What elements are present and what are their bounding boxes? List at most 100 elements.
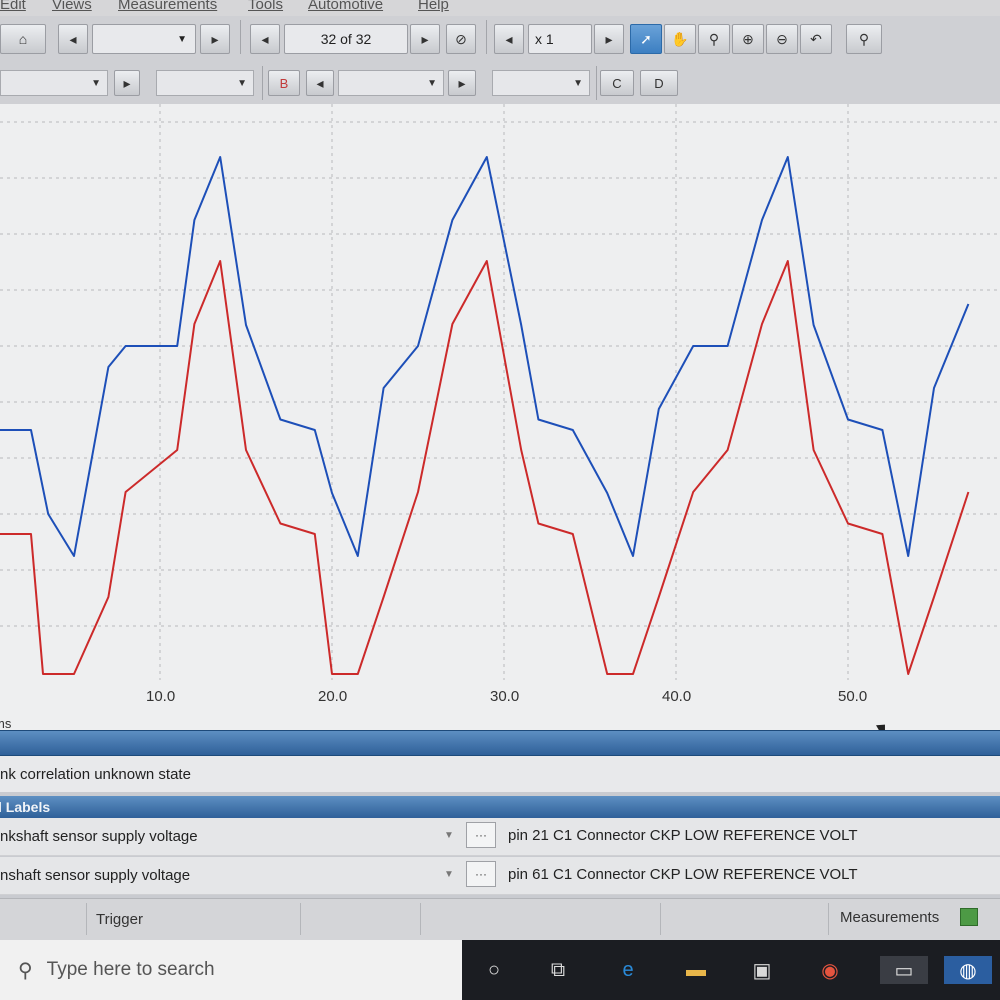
measurements-button[interactable]: Measurements	[840, 909, 939, 926]
channel-a-next-button[interactable]: ▸	[114, 70, 140, 96]
buffer-prev-button[interactable]: ◂	[250, 24, 280, 54]
taskbar-search[interactable]: ⚲ Type here to search	[0, 940, 462, 1000]
overview-icon: ⚲	[858, 31, 870, 47]
zoom-in-button[interactable]: ⊕	[732, 24, 764, 54]
more-button[interactable]: ···	[466, 861, 496, 887]
x-tick-label: 20.0	[318, 688, 348, 705]
menu-help[interactable]: Help	[418, 0, 449, 13]
channel-c-button[interactable]: C	[600, 70, 634, 96]
zoom-field[interactable]: x 1	[528, 24, 592, 54]
main-toolbar: ⌂ ◂ ▼ ▸ ◂ 32 of 32 ▸ ⊘ ◂ x 1 ▸ ➚ ✋ ⚲ ⊕ ⊖…	[0, 16, 1000, 62]
undo-icon: ↶	[810, 31, 822, 47]
bottom-toolbar: Trigger Measurements	[0, 898, 1000, 940]
label-row[interactable]: nshaft sensor supply voltage ▼ ··· pin 6…	[0, 857, 1000, 895]
separator	[828, 903, 829, 935]
status-text: nk correlation unknown state	[0, 765, 191, 783]
label-description: pin 21 C1 Connector CKP LOW REFERENCE VO…	[508, 827, 858, 844]
buffer-next-button[interactable]: ▸	[410, 24, 440, 54]
chrome-icon[interactable]: ◉	[816, 956, 844, 984]
trigger-button[interactable]: Trigger	[96, 911, 143, 928]
channel-b-button[interactable]: B	[268, 70, 300, 96]
pointer-tool-button[interactable]: ➚	[630, 24, 662, 54]
label-row[interactable]: nkshaft sensor supply voltage ▼ ··· pin …	[0, 818, 1000, 856]
more-button[interactable]: ···	[466, 822, 496, 848]
channel-toolbar: ▼ ▸ ▼ B ◂ ▼ ▸ ▼ C D	[0, 62, 1000, 104]
chevron-down-icon[interactable]: ▼	[444, 869, 454, 880]
separator	[240, 20, 241, 54]
zoom-next-button[interactable]: ▸	[594, 24, 624, 54]
chevron-down-icon: ▼	[427, 77, 437, 89]
label-name: nkshaft sensor supply voltage	[0, 828, 198, 845]
left-arrow-icon: ◂	[505, 31, 513, 47]
scope-chart	[0, 104, 1000, 680]
zoom-overview-button[interactable]: ⚲	[846, 24, 882, 54]
x-tick-label: 30.0	[490, 688, 520, 705]
zoom-prev-button[interactable]: ◂	[494, 24, 524, 54]
windows-taskbar: ⚲ Type here to search ○ ⧉ e ▬ ▣ ◉ ▭ ◍	[0, 940, 1000, 1000]
left-arrow-icon: ◂	[69, 31, 77, 47]
chevron-down-icon: ▼	[573, 77, 583, 89]
channel-a-coupling-select[interactable]: ▼	[156, 70, 254, 96]
capture-select[interactable]: ▼	[92, 24, 196, 54]
menu-bar: Edit Views Measurements Tools Automotive…	[0, 0, 1000, 16]
left-arrow-icon: ◂	[261, 31, 269, 47]
menu-tools[interactable]: Tools	[248, 0, 283, 13]
file-explorer-icon[interactable]: ▬	[682, 956, 710, 984]
plot-grid	[0, 104, 1000, 680]
compass-icon: ⊘	[455, 31, 467, 47]
plot-traces	[0, 156, 970, 675]
label-name: nshaft sensor supply voltage	[0, 867, 191, 884]
home-button[interactable]: ⌂	[0, 24, 46, 54]
pointer-icon: ➚	[640, 31, 652, 47]
add-measurement-icon[interactable]	[960, 908, 978, 926]
scope-app-icon[interactable]: ▭	[880, 956, 928, 984]
home-icon: ⌂	[18, 31, 28, 47]
right-arrow-icon: ▸	[605, 31, 613, 47]
pico-app-icon[interactable]: ◍	[944, 956, 992, 984]
magnifier-icon: ⚲	[708, 31, 720, 47]
channel-b-next-button[interactable]: ▸	[448, 70, 476, 96]
x-axis-unit: ms	[0, 716, 12, 731]
channel-d-button[interactable]: D	[640, 70, 678, 96]
task-view-icon[interactable]: ⧉	[544, 956, 572, 984]
compass-button[interactable]: ⊘	[446, 24, 476, 54]
right-arrow-icon: ▸	[211, 31, 219, 47]
buffer-field[interactable]: 32 of 32	[284, 24, 408, 54]
search-placeholder: Type here to search	[46, 959, 215, 980]
right-arrow-icon: ▸	[458, 75, 466, 91]
label-description: pin 61 C1 Connector CKP LOW REFERENCE VO…	[508, 866, 858, 883]
separator	[660, 903, 661, 935]
menu-automotive[interactable]: Automotive	[308, 0, 383, 13]
scope-plot[interactable]: 10.0 20.0 30.0 40.0 50.0 ms	[0, 104, 1000, 741]
chevron-down-icon: ▼	[177, 33, 187, 45]
chevron-down-icon: ▼	[237, 77, 247, 89]
cortana-icon[interactable]: ○	[480, 956, 508, 984]
hand-icon: ✋	[671, 31, 689, 47]
channel-b-prev-button[interactable]: ◂	[306, 70, 334, 96]
menu-edit[interactable]: Edit	[0, 0, 26, 13]
separator	[420, 903, 421, 935]
channel-a-range-select[interactable]: ▼	[0, 70, 108, 96]
separator	[86, 903, 87, 935]
separator	[486, 20, 487, 54]
right-arrow-icon: ▸	[123, 75, 131, 91]
edge-icon[interactable]: e	[614, 956, 642, 984]
pan-tool-button[interactable]: ✋	[664, 24, 696, 54]
chevron-down-icon: ▼	[91, 77, 101, 89]
store-icon[interactable]: ▣	[748, 956, 776, 984]
next-button[interactable]: ▸	[200, 24, 230, 54]
chevron-down-icon[interactable]: ▼	[444, 830, 454, 841]
x-tick-label: 40.0	[662, 688, 692, 705]
zoom-out-button[interactable]: ⊖	[766, 24, 798, 54]
channel-b-coupling-select[interactable]: ▼	[492, 70, 590, 96]
zoom-region-button[interactable]: ⚲	[698, 24, 730, 54]
undo-zoom-button[interactable]: ↶	[800, 24, 832, 54]
zoom-out-icon: ⊖	[776, 31, 788, 47]
panel-header-bar	[0, 730, 1000, 756]
menu-measurements[interactable]: Measurements	[118, 0, 217, 13]
menu-views[interactable]: Views	[52, 0, 92, 13]
x-tick-label: 10.0	[146, 688, 176, 705]
labels-title: l Labels	[0, 799, 51, 815]
prev-button[interactable]: ◂	[58, 24, 88, 54]
channel-b-range-select[interactable]: ▼	[338, 70, 444, 96]
